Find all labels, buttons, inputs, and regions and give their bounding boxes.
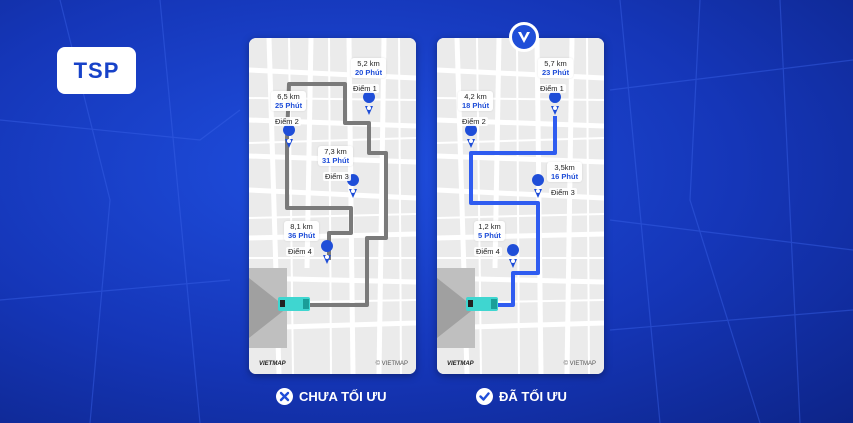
route-label-3: 3,5km 16 Phút [547, 162, 583, 182]
stop-label-3: Điểm 3 [549, 188, 577, 197]
route-label-2: 4,2 km 18 Phút [458, 91, 494, 111]
map-streets [437, 38, 604, 374]
banner: TSP 5,2 km 20 Phút Điểm 1 6,5 km 25 Phút… [0, 0, 853, 423]
optimized-map-panel: 5,7 km 23 Phút Điểm 1 4,2 km 18 Phút Điểm … [437, 38, 604, 374]
optimized-caption: ĐÃ TỐI ƯU [476, 388, 567, 405]
route-label-1: 5,2 km 20 Phút [351, 58, 387, 78]
route-label-1: 5,7 km 23 Phút [538, 58, 574, 78]
check-circle-icon [476, 388, 493, 405]
caption-text: CHƯA TỐI ƯU [299, 389, 387, 404]
vietmap-logo-icon [509, 22, 539, 52]
route-label-3: 7,3 km 31 Phút [318, 146, 354, 166]
copyright: © VIETMAP [375, 361, 408, 367]
unoptimized-map-panel: 5,2 km 20 Phút Điểm 1 6,5 km 25 Phút Điểm … [249, 38, 416, 374]
route-label-4: 1,2 km 5 Phút [474, 221, 505, 241]
stop-label-1: Điểm 1 [351, 84, 379, 93]
stop-label-3: Điểm 3 [323, 172, 351, 181]
map-streets [249, 38, 416, 374]
stop-label-4: Điểm 4 [474, 247, 502, 256]
caption-text: ĐÃ TỐI ƯU [499, 389, 567, 404]
stop-label-1: Điểm 1 [538, 84, 566, 93]
close-circle-icon [276, 388, 293, 405]
tsp-badge: TSP [57, 47, 136, 94]
vietmap-brand: VIETMAP [259, 361, 286, 367]
unoptimized-caption: CHƯA TỐI ƯU [276, 388, 387, 405]
vietmap-brand: VIETMAP [447, 361, 474, 367]
route-label-4: 8,1 km 36 Phút [284, 221, 320, 241]
copyright: © VIETMAP [563, 361, 596, 367]
stop-label-4: Điểm 4 [286, 247, 314, 256]
stop-label-2: Điểm 2 [460, 117, 488, 126]
stop-label-2: Điểm 2 [273, 117, 301, 126]
route-label-2: 6,5 km 25 Phút [271, 91, 307, 111]
